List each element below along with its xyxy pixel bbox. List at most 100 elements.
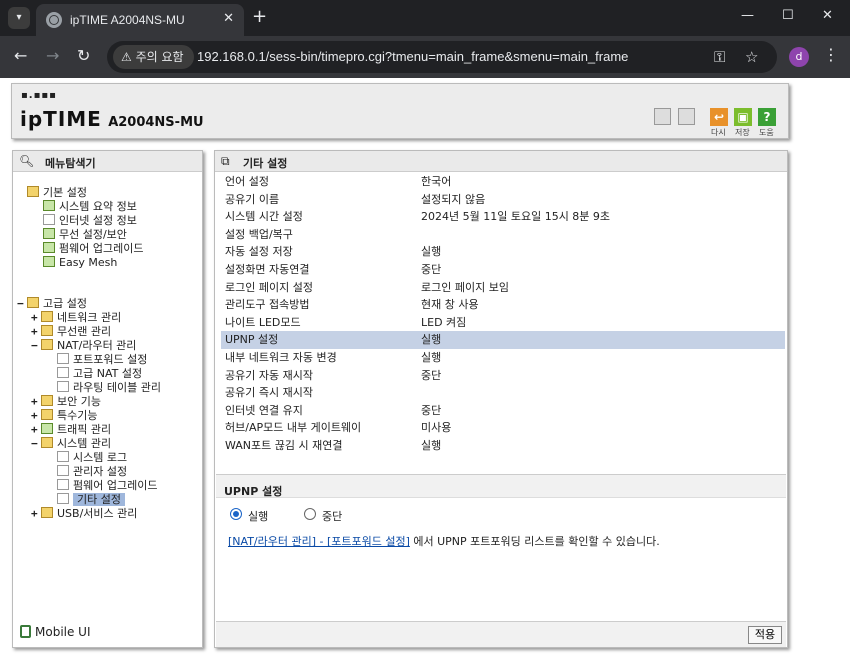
expand-icon[interactable]: +	[31, 423, 41, 437]
tree-special[interactable]: + 특수기능	[31, 409, 97, 423]
setting-row[interactable]: 자동 설정 저장 실행	[221, 243, 785, 261]
home-icon[interactable]	[654, 108, 671, 125]
minimize-icon[interactable]: —	[741, 8, 754, 23]
back-icon[interactable]: ←	[14, 46, 27, 66]
tree-item-firmware-upgrade-basic[interactable]: 펌웨어 업그레이드	[43, 242, 143, 256]
upnp-off-label[interactable]: 중단	[322, 508, 342, 524]
maximize-icon[interactable]: ☐	[782, 8, 794, 23]
url-text[interactable]: 192.168.0.1/sess-bin/timepro.cgi?tmenu=m…	[197, 49, 628, 64]
page-icon	[57, 493, 69, 504]
tree-label: 트래픽 관리	[57, 423, 112, 436]
port-forward-link[interactable]: [NAT/라우터 관리] - [포트포워드 설정]	[228, 535, 410, 548]
help-button[interactable]: ?	[758, 108, 776, 126]
setting-row[interactable]: 공유기 즉시 재시작	[221, 384, 785, 402]
expand-icon[interactable]: +	[31, 325, 41, 339]
chart-icon	[41, 423, 53, 434]
reload-settings-button[interactable]: ↩	[710, 108, 728, 126]
setting-row[interactable]: 언어 설정 한국어	[221, 173, 785, 191]
page-icon	[57, 451, 69, 462]
logo-text: ipTIME	[20, 107, 102, 131]
tree-advanced-settings[interactable]: − 고급 설정	[17, 297, 87, 311]
setting-row[interactable]: 허브/AP모드 내부 게이트웨이 미사용	[221, 419, 785, 437]
tree-label: 보안 기능	[57, 395, 101, 408]
expand-icon[interactable]: +	[31, 395, 41, 409]
tree-item-other-settings[interactable]: 기타 설정	[57, 493, 125, 507]
folder-icon	[41, 311, 53, 322]
star-icon[interactable]: ☆	[745, 48, 758, 66]
tree-item-system-log[interactable]: 시스템 로그	[57, 451, 127, 465]
tree-network[interactable]: + 네트워크 관리	[31, 311, 121, 325]
tree-item-system-summary[interactable]: 시스템 요약 정보	[43, 200, 137, 214]
setting-value: LED 켜짐	[421, 315, 467, 329]
setting-row[interactable]: 인터넷 연결 유지 중단	[221, 402, 785, 420]
setting-row[interactable]: 나이트 LED모드 LED 켜짐	[221, 314, 785, 332]
menu-icon[interactable]: ⋮	[823, 45, 839, 64]
tree-basic-settings[interactable]: 기본 설정	[27, 186, 87, 200]
reload-icon[interactable]: ↻	[77, 46, 90, 66]
page-icon	[43, 242, 55, 253]
logout-icon[interactable]	[678, 108, 695, 125]
setting-row[interactable]: 설정화면 자동연결 중단	[221, 261, 785, 279]
setting-row[interactable]: 내부 네트워크 자동 변경 실행	[221, 349, 785, 367]
setting-row[interactable]: 공유기 이름 설정되지 않음	[221, 191, 785, 209]
logo: ipTIME A2004NS-MU	[20, 107, 204, 131]
close-icon[interactable]: ✕	[223, 11, 234, 26]
setting-key: WAN포트 끊김 시 재연결	[225, 438, 343, 452]
mobile-ui-link[interactable]: Mobile UI	[20, 625, 91, 639]
browser-tab[interactable]: ipTIME A2004NS-MU ✕	[36, 4, 244, 36]
setting-value: 실행	[421, 333, 442, 347]
tree-nat-router[interactable]: − NAT/라우터 관리	[31, 339, 136, 353]
tree-traffic[interactable]: + 트래픽 관리	[31, 423, 111, 437]
setting-value: 중단	[421, 403, 442, 417]
setting-key: 설정 백업/복구	[225, 227, 293, 241]
collapse-icon[interactable]: −	[31, 437, 41, 451]
tree-label: 고급 설정	[43, 297, 87, 310]
tree-usb-service[interactable]: + USB/서비스 관리	[31, 507, 137, 521]
profile-avatar[interactable]: d	[789, 47, 809, 67]
expand-icon[interactable]: +	[31, 507, 41, 521]
collapse-icon[interactable]: −	[17, 297, 27, 311]
expand-icon[interactable]: +	[31, 409, 41, 423]
tree-item-port-forward[interactable]: 포트포워드 설정	[57, 353, 147, 367]
tree-item-admin-settings[interactable]: 관리자 설정	[57, 465, 127, 479]
tree-item-advanced-nat[interactable]: 고급 NAT 설정	[57, 367, 142, 381]
tree-system[interactable]: − 시스템 관리	[31, 437, 111, 451]
upnp-on-radio[interactable]	[230, 508, 242, 520]
tree-wireless[interactable]: + 무선랜 관리	[31, 325, 111, 339]
tree-security[interactable]: + 보안 기능	[31, 395, 101, 409]
setting-row-selected[interactable]: UPNP 설정 실행	[221, 331, 785, 349]
tree-label: 기본 설정	[43, 186, 87, 199]
logo-dots: ▪.▪▪▪	[21, 90, 57, 101]
expand-icon[interactable]: +	[31, 311, 41, 325]
setting-row[interactable]: 로그인 페이지 설정 로그인 페이지 보임	[221, 279, 785, 297]
page-icon	[57, 465, 69, 476]
tab-search-button[interactable]: ▾	[8, 7, 30, 29]
security-warning[interactable]: ⚠ 주의 요함	[113, 45, 194, 69]
save-button[interactable]: ▣	[734, 108, 752, 126]
upnp-info-text: 에서 UPNP 포트포워딩 리스트를 확인할 수 있습니다.	[409, 535, 660, 548]
setting-value: 2024년 5월 11일 토요일 15시 8분 9초	[421, 210, 611, 224]
setting-key: 자동 설정 저장	[225, 245, 293, 259]
key-icon[interactable]: ⚿	[714, 48, 725, 66]
setting-row[interactable]: 설정 백업/복구	[221, 226, 785, 244]
tree-item-internet-info[interactable]: 인터넷 설정 정보	[43, 214, 137, 228]
upnp-on-label[interactable]: 실행	[248, 508, 268, 524]
upnp-settings-box: UPNP 설정 실행 중단 [NAT/라우터 관리] - [포트포워드 설정] …	[216, 474, 786, 620]
tree-item-routing-table[interactable]: 라우팅 테이블 관리	[57, 381, 161, 395]
setting-row[interactable]: WAN포트 끊김 시 재연결 실행	[221, 437, 785, 455]
window-close-icon[interactable]: ✕	[822, 8, 833, 23]
upnp-off-radio[interactable]	[304, 508, 316, 520]
setting-row[interactable]: 공유기 자동 재시작 중단	[221, 367, 785, 385]
collapse-icon[interactable]: −	[31, 339, 41, 353]
address-bar[interactable]: ⚠ 주의 요함 192.168.0.1/sess-bin/timepro.cgi…	[107, 41, 777, 73]
setting-row[interactable]: 시스템 시간 설정 2024년 5월 11일 토요일 15시 8분 9초	[221, 208, 785, 226]
reload-label: 다시	[711, 128, 726, 137]
folder-icon	[41, 325, 53, 336]
tree-item-easy-mesh[interactable]: Easy Mesh	[43, 256, 117, 270]
new-tab-button[interactable]: +	[252, 7, 267, 27]
tree-item-wireless-security[interactable]: 무선 설정/보안	[43, 228, 127, 242]
forward-icon[interactable]: →	[46, 46, 59, 66]
tree-item-firmware-upgrade[interactable]: 펌웨어 업그레이드	[57, 479, 157, 493]
apply-button[interactable]: 적용	[748, 626, 782, 644]
setting-row[interactable]: 관리도구 접속방법 현재 창 사용	[221, 296, 785, 314]
